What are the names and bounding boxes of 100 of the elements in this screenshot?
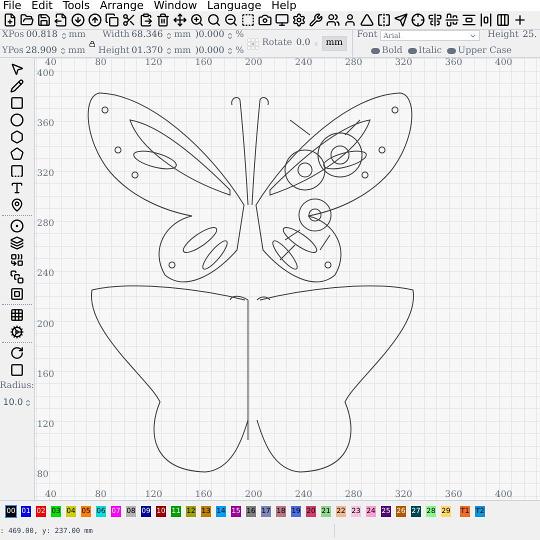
radius-label: Radius: — [0, 380, 34, 393]
toggle-switch[interactable] — [408, 48, 417, 54]
spinner-icon[interactable] — [24, 398, 32, 408]
spinner-icon[interactable] — [165, 46, 173, 56]
rotate-field[interactable]: 0.0 — [295, 36, 312, 50]
menu-item[interactable]: Language — [207, 0, 262, 11]
import-icon[interactable] — [71, 13, 85, 27]
menu-item[interactable]: Tools — [62, 0, 90, 11]
wrench-icon[interactable] — [309, 13, 323, 27]
font-label: Font — [356, 29, 378, 42]
xpos-field[interactable]: 00.818 — [25, 29, 59, 42]
ruler-label: 320 — [395, 489, 412, 500]
copy-icon[interactable] — [105, 13, 119, 27]
triangle-icon[interactable] — [360, 13, 374, 27]
unit-label: mm — [174, 29, 192, 42]
grid-array-icon[interactable] — [10, 308, 24, 322]
align-icon[interactable] — [428, 13, 442, 27]
ruler-label: 160 — [37, 370, 54, 381]
spinner-icon[interactable] — [165, 30, 173, 41]
ruler-label: 280 — [37, 219, 54, 230]
camera-icon[interactable] — [258, 13, 272, 27]
zoom-out-icon[interactable] — [224, 13, 238, 27]
ruler-label: 280 — [345, 489, 362, 500]
menu-item[interactable]: Edit — [31, 0, 53, 11]
paste-icon[interactable] — [139, 13, 153, 27]
dashed-frame-icon[interactable] — [10, 164, 24, 178]
ellipse-icon[interactable] — [10, 113, 24, 127]
ruler-label: 320 — [37, 169, 54, 180]
toggle-label: Upper Case — [458, 44, 512, 58]
unit-label: mm — [174, 44, 192, 58]
offset-icon[interactable] — [10, 219, 24, 233]
move-icon[interactable] — [173, 13, 187, 27]
inset-icon[interactable] — [10, 287, 24, 301]
map-pin-icon[interactable] — [10, 198, 24, 212]
rounded-rect-icon[interactable] — [10, 363, 24, 377]
group-icon[interactable] — [326, 13, 340, 27]
menu-item[interactable]: File — [3, 0, 22, 11]
ungroup-icon[interactable] — [343, 13, 357, 27]
columns-icon[interactable] — [496, 13, 510, 27]
polygon-icon[interactable] — [10, 130, 24, 144]
distribute-horizontal-icon[interactable] — [479, 13, 493, 27]
scale-height-field[interactable]: )0.000 — [194, 44, 226, 58]
ruler-label: 240 — [37, 269, 54, 280]
union-icon[interactable] — [10, 236, 24, 250]
stack-icon[interactable] — [10, 270, 24, 284]
menu-item[interactable]: Window — [154, 0, 198, 11]
scale-width-field[interactable]: )0.000 — [194, 29, 226, 42]
ruler-label: 360 — [37, 119, 54, 130]
ruler-label: 80 — [37, 470, 48, 481]
export-file-icon[interactable] — [54, 13, 68, 27]
circular-array-icon[interactable] — [10, 325, 24, 339]
monitor-icon[interactable] — [275, 13, 289, 27]
spinner-icon[interactable] — [226, 46, 234, 56]
open-folder-icon[interactable] — [20, 13, 34, 27]
ruler-label: 160 — [195, 58, 212, 69]
height-label: Height — [98, 44, 130, 58]
ruler-label: 160 — [195, 489, 212, 500]
ruler-label: 280 — [345, 58, 362, 69]
select-tool-icon[interactable] — [10, 62, 24, 76]
export-icon[interactable] — [88, 13, 102, 27]
combine-icon[interactable] — [10, 253, 24, 267]
spinner-icon[interactable] — [60, 30, 68, 41]
toggle-switch[interactable] — [370, 48, 380, 54]
menu-item[interactable]: Help — [271, 0, 296, 11]
frame-selection-icon[interactable] — [241, 13, 255, 27]
ruler-label: 120 — [145, 58, 162, 69]
flip-icon[interactable] — [377, 13, 391, 27]
rotate-icon[interactable] — [10, 346, 24, 360]
settings-icon[interactable] — [292, 13, 306, 27]
text-height-field[interactable]: 25. — [522, 29, 538, 42]
text-tool-icon[interactable] — [10, 181, 24, 195]
plus-icon[interactable] — [513, 13, 527, 27]
radius-field[interactable]: 10.0 — [2, 396, 24, 410]
menu-item[interactable]: Arrange — [100, 0, 144, 11]
width-field[interactable]: 68.346 — [130, 29, 164, 42]
zoom-icon[interactable] — [207, 13, 221, 27]
ruler-label: 320 — [395, 58, 412, 69]
crosshair-icon[interactable] — [411, 13, 425, 27]
unit-toggle-button[interactable]: mm — [322, 36, 347, 52]
height-field[interactable]: 01.370 — [130, 44, 164, 58]
new-file-icon[interactable] — [3, 13, 17, 27]
canvas[interactable]: 40 80 120 160 200 240 280 320 360 400 400 360 320 280 240 200 160 120 80 40 80 120 160 200 240 280 320 360 400 — [35, 58, 540, 500]
spinner-icon[interactable] — [59, 46, 68, 56]
send-icon[interactable] — [394, 13, 408, 27]
distribute-icon[interactable] — [462, 13, 476, 27]
save-icon[interactable] — [37, 13, 51, 27]
spinner-icon[interactable] — [226, 30, 234, 41]
ruler-label: 200 — [37, 320, 54, 330]
toggle-switch[interactable] — [446, 48, 456, 54]
unit-label: mm — [68, 44, 86, 58]
rectangle-icon[interactable] — [10, 96, 24, 110]
pentagon-icon[interactable] — [10, 147, 24, 161]
pencil-icon[interactable] — [10, 79, 24, 93]
zoom-in-icon[interactable] — [190, 13, 204, 27]
delete-icon[interactable] — [156, 13, 170, 27]
cut-icon[interactable] — [122, 13, 136, 27]
ypos-field[interactable]: 28.909 — [24, 44, 58, 58]
rotate-label: Rotate — [262, 36, 292, 50]
align-horizontal-icon[interactable] — [445, 13, 459, 27]
butterfly-drawing[interactable] — [88, 92, 412, 282]
